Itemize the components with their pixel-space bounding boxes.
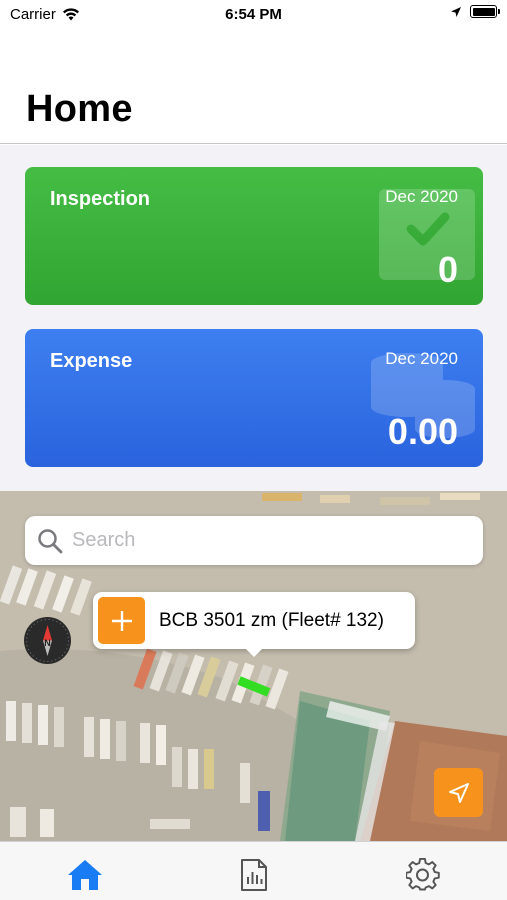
map-view[interactable]: BCB 3501 zm (Fleet# 132) N (0, 491, 507, 841)
inspection-card[interactable]: Inspection Dec 2020 0 (25, 167, 483, 305)
search-bar[interactable] (25, 516, 483, 565)
battery-icon (470, 5, 500, 18)
expense-title: Expense (50, 350, 133, 372)
location-services-icon (451, 6, 461, 17)
expense-date: Dec 2020 (385, 349, 458, 368)
tab-reports[interactable] (234, 856, 274, 894)
compass-north-label: N (44, 638, 51, 648)
add-button[interactable] (98, 597, 145, 644)
tab-home[interactable] (65, 856, 105, 894)
plus-icon (111, 610, 132, 631)
compass-icon: N (26, 619, 69, 662)
search-icon (38, 528, 63, 553)
search-input[interactable] (72, 529, 452, 552)
tab-settings[interactable] (403, 856, 443, 894)
inspection-date: Dec 2020 (385, 187, 458, 206)
compass-button[interactable]: N (24, 617, 71, 664)
summary-cards: Inspection Dec 2020 0 Expense Dec 2020 0… (0, 145, 507, 491)
tab-bar (0, 841, 507, 900)
page-title: Home (26, 88, 133, 130)
status-time: 6:54 PM (225, 6, 282, 23)
report-document-icon (241, 859, 267, 891)
expense-amount: 0.00 (387, 411, 458, 452)
expense-card[interactable]: Expense Dec 2020 0.00 (25, 329, 483, 467)
gear-icon (406, 858, 440, 891)
vehicle-callout[interactable]: BCB 3501 zm (Fleet# 132) (93, 592, 415, 657)
location-arrow-icon (448, 782, 469, 803)
home-icon (68, 860, 102, 890)
vehicle-label: BCB 3501 zm (Fleet# 132) (159, 609, 384, 631)
locate-me-button[interactable] (434, 768, 483, 817)
inspection-title: Inspection (50, 188, 151, 210)
inspection-count: 0 (437, 249, 458, 290)
status-right (450, 5, 500, 18)
navigation-header: Home (0, 30, 507, 144)
status-bar: Carrier 6:54 PM (0, 0, 507, 30)
